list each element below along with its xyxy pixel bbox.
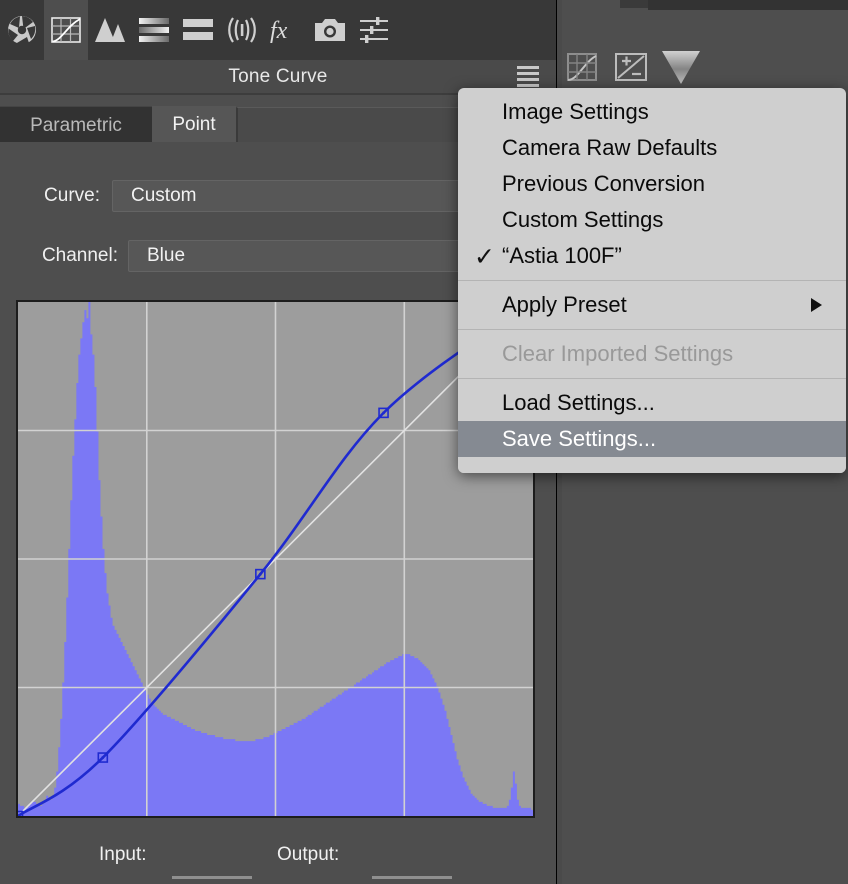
- menu-group-apply: Apply Preset: [458, 281, 846, 329]
- svg-text:fx: fx: [270, 18, 288, 44]
- tone-curve-icon[interactable]: [566, 50, 600, 84]
- panel-menu-icon[interactable]: [514, 62, 542, 90]
- menu-item-load-settings[interactable]: Load Settings...: [458, 385, 846, 421]
- menu-item-custom-settings[interactable]: Custom Settings: [458, 202, 846, 238]
- output-label: Output:: [277, 844, 340, 865]
- tab-parametric[interactable]: Parametric: [0, 106, 152, 144]
- input-label: Input:: [99, 844, 147, 865]
- tone-curve-icon: [51, 17, 81, 43]
- toolbar-item-tone-curve[interactable]: [44, 0, 88, 60]
- effects-fx-icon: fx: [270, 18, 288, 44]
- curve-control-point-dot: [18, 814, 20, 816]
- toolbar-item-split-toning[interactable]: [176, 0, 220, 60]
- tab-point-label: Point: [172, 114, 216, 135]
- toolbar-item-presets[interactable]: [352, 0, 396, 60]
- curve-control-point-dot: [101, 756, 105, 759]
- menu-item-label: Save Settings...: [502, 426, 657, 451]
- toolbar-item-lens-corrections[interactable]: [220, 0, 264, 60]
- menu-item-label: Load Settings...: [502, 390, 655, 415]
- menu-group-io: Load Settings... Save Settings...: [458, 379, 846, 463]
- menu-item-label: Clear Imported Settings: [502, 341, 734, 366]
- input-field[interactable]: [172, 876, 252, 879]
- submenu-arrow-icon: [811, 298, 822, 312]
- curve-control-point-dot: [382, 411, 385, 415]
- hamburger-line: [517, 83, 539, 87]
- toolbar-item-camera-calibration[interactable]: [308, 0, 352, 60]
- menu-group-presets: Image Settings Camera Raw Defaults Previou…: [458, 88, 846, 280]
- tone-curve-plot[interactable]: [18, 302, 533, 816]
- right-panel-titlebar: [648, 0, 848, 10]
- menu-group-clear: Clear Imported Settings: [458, 330, 846, 378]
- menu-item-clear-imported-settings: Clear Imported Settings: [458, 336, 846, 372]
- hamburger-line: [517, 71, 539, 75]
- menu-item-apply-preset[interactable]: Apply Preset: [458, 287, 846, 323]
- presets-sliders-icon: [360, 17, 388, 43]
- menu-item-image-settings[interactable]: Image Settings: [458, 94, 846, 130]
- toolbar-item-effects[interactable]: fx: [264, 0, 308, 60]
- exposure-plus-minus-icon[interactable]: [614, 50, 648, 84]
- menu-item-label: Apply Preset: [502, 292, 627, 317]
- curve-label: Curve:: [44, 185, 100, 206]
- lens-corrections-icon: [228, 17, 256, 43]
- panel-context-menu[interactable]: Image Settings Camera Raw Defaults Previou…: [458, 88, 846, 473]
- hamburger-line: [517, 77, 539, 81]
- menu-item-astia-100f[interactable]: ✓ “Astia 100F”: [458, 238, 846, 274]
- menu-item-label: Image Settings: [502, 99, 649, 124]
- panel-toolbar: fx: [0, 0, 556, 60]
- output-field[interactable]: [372, 876, 452, 879]
- menu-item-label: “Astia 100F”: [502, 243, 622, 268]
- menu-footer: [458, 463, 846, 473]
- tab-parametric-label: Parametric: [30, 114, 122, 136]
- curve-select-value: Custom: [131, 185, 197, 206]
- menu-item-label: Camera Raw Defaults: [502, 135, 718, 160]
- curve-control-point-dot: [259, 572, 262, 576]
- detail-icon: [95, 18, 125, 42]
- camera-icon: [315, 19, 345, 41]
- checkmark-icon: ✓: [474, 243, 495, 271]
- hsl-grayscale-icon: [139, 18, 169, 42]
- hamburger-line: [517, 65, 539, 69]
- page-title: Tone Curve: [228, 65, 328, 87]
- menu-item-label: Previous Conversion: [502, 171, 705, 196]
- menu-item-label: Custom Settings: [502, 207, 664, 232]
- toolbar-item-detail[interactable]: [88, 0, 132, 60]
- curve-readout-row: Input: Output:: [0, 838, 556, 884]
- toolbar-item-hsl-grayscale[interactable]: [132, 0, 176, 60]
- split-toning-icon: [183, 19, 213, 40]
- aperture-icon: [8, 16, 36, 45]
- menu-item-save-settings[interactable]: Save Settings...: [458, 421, 846, 457]
- tab-point[interactable]: Point: [152, 106, 236, 144]
- channel-select-value: Blue: [147, 245, 186, 266]
- gradient-triangle-icon[interactable]: [660, 48, 702, 86]
- channel-label: Channel:: [41, 245, 118, 266]
- menu-item-previous-conversion[interactable]: Previous Conversion: [458, 166, 846, 202]
- menu-item-camera-raw-defaults[interactable]: Camera Raw Defaults: [458, 130, 846, 166]
- toolbar-item-basic[interactable]: [0, 0, 44, 60]
